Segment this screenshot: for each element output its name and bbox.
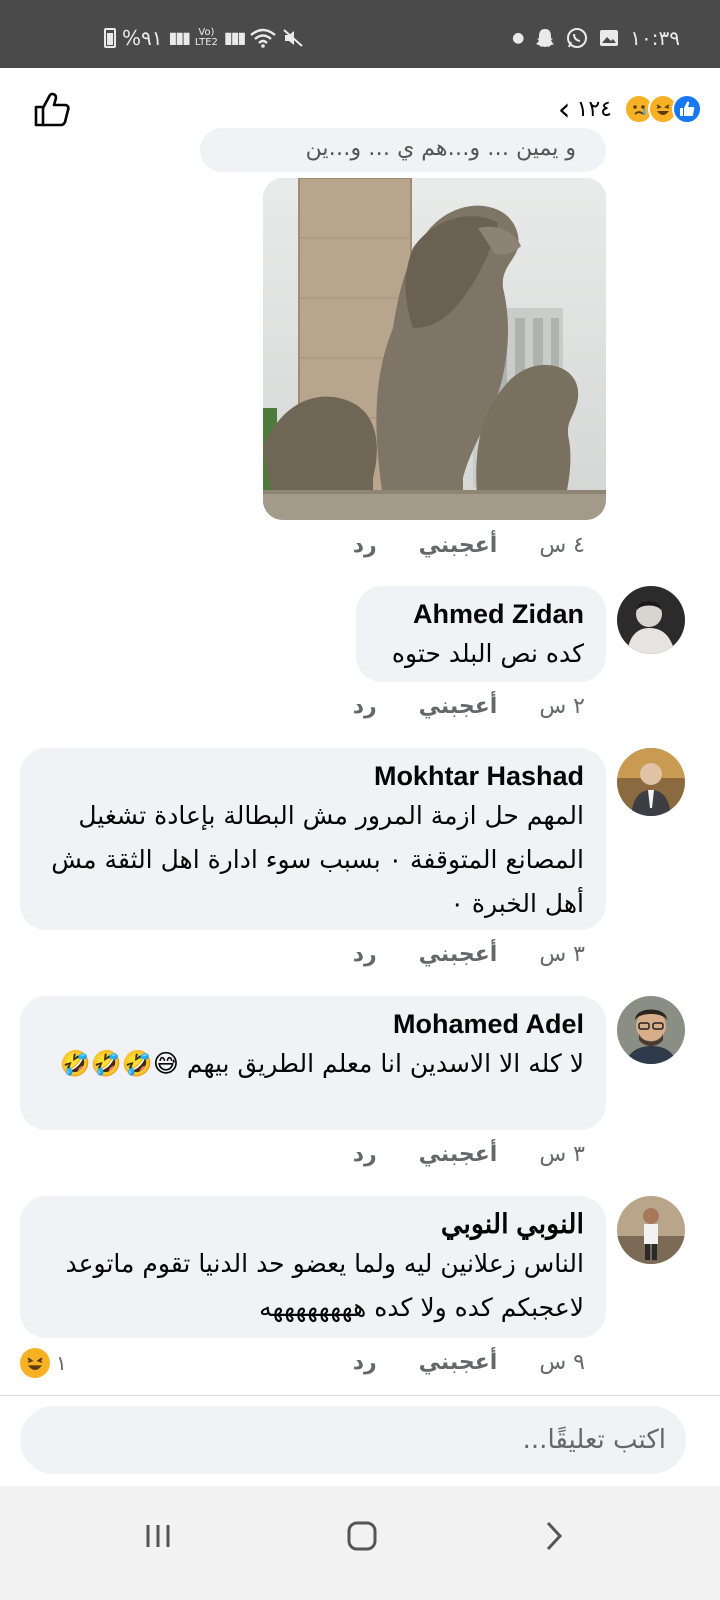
avatar-image [617, 1196, 685, 1264]
comment-composer[interactable] [20, 1406, 686, 1474]
comment-actions: ٣ س أعجبني رد [311, 1142, 585, 1167]
signal-icon: ▮▮▮ [168, 28, 191, 47]
reply-link[interactable]: رد [353, 533, 377, 558]
reaction-count: ١٢٤ [576, 96, 612, 122]
gallery-icon [600, 30, 619, 46]
recent-apps-button[interactable] [128, 1506, 188, 1566]
whatsapp-icon [567, 28, 588, 48]
comment-text: الناس زعلانين ليه ولما يعضو حد الدنيا تق… [65, 1249, 585, 1322]
reply-link[interactable]: رد [353, 1142, 377, 1167]
home-button[interactable] [332, 1506, 392, 1566]
like-comment-link[interactable]: أعجبني [419, 533, 498, 558]
volte-icon: Vo) LTE2 [195, 28, 218, 48]
system-navigation-bar [0, 1486, 720, 1600]
previous-comment-text: و يمين … و…هم ي … و…ين [305, 136, 576, 161]
chevron-left-icon[interactable]: ‹ [558, 90, 571, 128]
reaction-icons [624, 94, 702, 124]
home-icon [347, 1521, 377, 1551]
reactions-summary[interactable]: ‹ ١٢٤ [558, 90, 702, 128]
status-bar-right: ● ١٠:٣٩ [512, 26, 680, 50]
comment-time: ٢ س [539, 694, 585, 719]
avatar[interactable] [617, 748, 685, 816]
like-comment-link[interactable]: أعجبني [419, 942, 498, 967]
snapchat-icon [536, 29, 555, 47]
back-button[interactable] [524, 1506, 584, 1566]
comment-reactions[interactable]: ١ [20, 1348, 67, 1378]
commenter-name[interactable]: النوبي النوبي [42, 1206, 584, 1242]
reply-link[interactable]: رد [353, 942, 377, 967]
comment-text: لا كله الا الاسدين انا معلم الطريق بيهم … [59, 1049, 584, 1078]
battery-level: %٩١ [122, 26, 163, 50]
reply-link[interactable]: رد [353, 694, 377, 719]
avatar[interactable] [617, 996, 685, 1064]
divider [0, 1395, 720, 1396]
clock: ١٠:٣٩ [630, 26, 680, 50]
dot-icon: ● [512, 30, 525, 46]
comment-input[interactable] [46, 1406, 666, 1474]
comment-bubble[interactable]: Mokhtar Hashad المهم حل ازمة المرور مش ا… [20, 748, 606, 930]
lion-statue-image [263, 178, 606, 520]
comment-bubble[interactable]: النوبي النوبي الناس زعلانين ليه ولما يعض… [20, 1196, 606, 1338]
haha-reaction-icon [20, 1348, 50, 1378]
status-bar-left: %٩١ ▮▮▮ Vo) LTE2 ▮▮▮ [104, 26, 304, 50]
back-icon [546, 1521, 563, 1551]
comment-actions: ٢ س أعجبني رد [311, 694, 585, 719]
previous-comment-bubble: و يمين … و…هم ي … و…ين [200, 128, 606, 172]
comment-actions: ٣ س أعجبني رد [311, 942, 585, 967]
photo-comment-actions: ٤ س أعجبني رد [311, 533, 585, 558]
like-thumb-icon[interactable] [32, 90, 72, 130]
wifi-icon [250, 28, 277, 48]
commenter-name[interactable]: Mohamed Adel [42, 1006, 584, 1042]
signal-2-icon: ▮▮▮ [223, 28, 246, 47]
avatar-image [617, 586, 685, 654]
avatar-image [617, 996, 685, 1064]
comment-actions: ٩ س أعجبني رد [311, 1350, 585, 1375]
comment-time: ٣ س [539, 942, 585, 967]
comment-bubble[interactable]: Ahmed Zidan كده نص البلد حتوه [356, 586, 606, 682]
recent-apps-icon [146, 1525, 170, 1547]
comment-text: المهم حل ازمة المرور مش البطالة بإعادة ت… [51, 801, 584, 918]
avatar[interactable] [617, 586, 685, 654]
comment-time: ٤ س [539, 533, 585, 558]
comment-text: كده نص البلد حتوه [391, 639, 584, 668]
like-comment-link[interactable]: أعجبني [419, 694, 498, 719]
reaction-number: ١ [56, 1351, 67, 1375]
commenter-name[interactable]: Ahmed Zidan [378, 596, 584, 632]
like-comment-link[interactable]: أعجبني [419, 1350, 498, 1375]
status-bar: %٩١ ▮▮▮ Vo) LTE2 ▮▮▮ ● ١٠:٣٩ [0, 0, 720, 68]
comment-time: ٣ س [539, 1142, 585, 1167]
avatar-image [617, 748, 685, 816]
comment-photo[interactable] [263, 178, 606, 520]
mute-icon [283, 29, 303, 47]
comment-time: ٩ س [539, 1350, 585, 1375]
comment-bubble[interactable]: Mohamed Adel لا كله الا الاسدين انا معلم… [20, 996, 606, 1130]
reply-link[interactable]: رد [353, 1350, 377, 1375]
commenter-name[interactable]: Mokhtar Hashad [42, 758, 584, 794]
battery-icon [104, 28, 116, 48]
volte-bottom: LTE2 [194, 37, 218, 48]
like-reaction-icon [672, 94, 702, 124]
avatar[interactable] [617, 1196, 685, 1264]
like-comment-link[interactable]: أعجبني [419, 1142, 498, 1167]
